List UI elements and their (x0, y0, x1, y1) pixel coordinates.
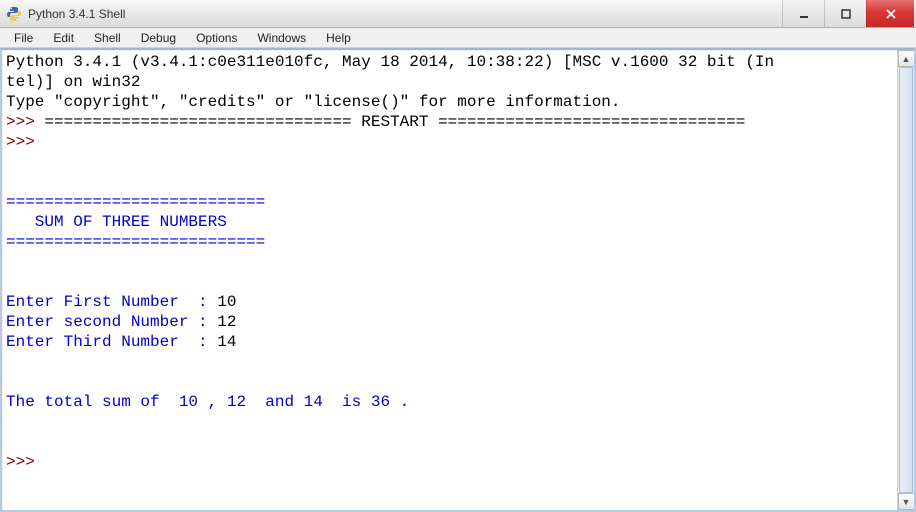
banner-line-1: Python 3.4.1 (v3.4.1:c0e311e010fc, May 1… (6, 53, 774, 71)
minimize-button[interactable] (782, 0, 824, 27)
maximize-button[interactable] (824, 0, 866, 27)
prompt: >>> (6, 113, 44, 131)
scrollbar[interactable]: ▲ ▼ (897, 50, 914, 510)
menu-shell[interactable]: Shell (84, 29, 131, 47)
input-2: 12 (217, 313, 236, 331)
heading: SUM OF THREE NUMBERS (6, 213, 227, 231)
scroll-down-button[interactable]: ▼ (898, 493, 915, 510)
menu-windows[interactable]: Windows (247, 29, 316, 47)
menu-file[interactable]: File (4, 29, 43, 47)
banner-line-3: Type "copyright", "credits" or "license(… (6, 93, 621, 111)
banner-line-2: tel)] on win32 (6, 73, 140, 91)
prompt: >>> (6, 133, 44, 151)
result-line: The total sum of 10 , 12 and 14 is 36 . (6, 393, 409, 411)
scroll-up-button[interactable]: ▲ (898, 50, 915, 67)
prompt-2: Enter second Number : (6, 313, 217, 331)
titlebar[interactable]: Python 3.4.1 Shell (0, 0, 916, 28)
menu-edit[interactable]: Edit (43, 29, 84, 47)
input-3: 14 (217, 333, 236, 351)
prompt-1: Enter First Number : (6, 293, 217, 311)
menu-debug[interactable]: Debug (131, 29, 186, 47)
console-frame: Python 3.4.1 (v3.4.1:c0e311e010fc, May 1… (0, 48, 916, 512)
menu-options[interactable]: Options (186, 29, 247, 47)
console-output[interactable]: Python 3.4.1 (v3.4.1:c0e311e010fc, May 1… (2, 50, 897, 510)
input-1: 10 (217, 293, 236, 311)
separator: =========================== (6, 193, 265, 211)
window-title: Python 3.4.1 Shell (28, 7, 782, 21)
close-button[interactable] (866, 0, 914, 27)
scroll-track[interactable] (898, 67, 914, 493)
python-icon (6, 6, 22, 22)
prompt: >>> (6, 453, 44, 471)
separator: =========================== (6, 233, 265, 251)
restart-line: ================================ RESTART… (44, 113, 745, 131)
prompt-3: Enter Third Number : (6, 333, 217, 351)
menu-help[interactable]: Help (316, 29, 361, 47)
scroll-thumb[interactable] (899, 67, 913, 493)
menubar: File Edit Shell Debug Options Windows He… (0, 28, 916, 48)
window-controls (782, 0, 914, 27)
